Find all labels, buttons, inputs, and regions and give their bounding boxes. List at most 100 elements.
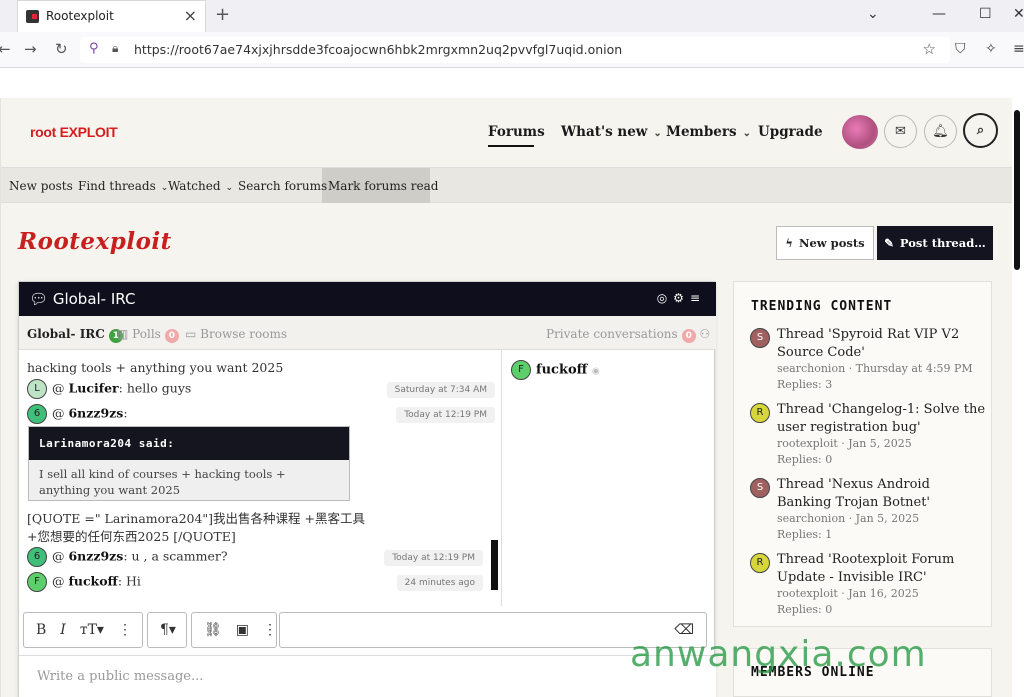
reload-icon[interactable]: ↻	[55, 40, 68, 58]
message-user[interactable]: 6nzz9zs	[68, 549, 123, 564]
chart-icon: ▥	[117, 327, 129, 341]
more-icon[interactable]: ⋮	[118, 622, 132, 638]
trending-title-link[interactable]: Thread 'Spyroid Rat VIP V2 Source Code'	[777, 326, 987, 362]
nav-members[interactable]: Members ⌄	[666, 124, 751, 140]
menu-icon[interactable]: ≡	[1013, 41, 1024, 57]
message-timestamp: 24 minutes ago	[396, 575, 483, 591]
online-user[interactable]: Ffuckoff ◉	[511, 360, 600, 380]
folder-icon: ▭	[185, 327, 197, 341]
chat-bubbles-icon: 💬︎	[29, 290, 49, 308]
forward-icon[interactable]: →	[24, 40, 37, 58]
bookmark-star-icon[interactable]: ☆	[923, 40, 936, 58]
minimize-icon[interactable]: —	[932, 6, 946, 22]
message-row: 6 @ 6nzz9zs:	[27, 404, 128, 424]
text-size-icon[interactable]: тT▾	[80, 622, 104, 638]
tab-close-icon[interactable]: ×	[184, 6, 197, 25]
globe-icon[interactable]: ◎	[657, 291, 673, 305]
find-threads-label: Find threads	[78, 179, 156, 193]
user-avatar-icon: F	[511, 360, 531, 380]
quote-header: Larinamora204 said:	[29, 427, 349, 460]
subnav-new-posts[interactable]: New posts	[9, 179, 73, 193]
user-avatar-icon[interactable]: 6	[27, 404, 47, 424]
tab-list-chevron-icon[interactable]: ⌄	[867, 6, 879, 22]
search-icon[interactable]: ⌕	[963, 113, 998, 148]
subnav-find-threads[interactable]: Find threads ⌄	[78, 179, 168, 193]
message-scrollbar[interactable]	[491, 540, 498, 590]
message-row: 6 @ 6nzz9zs: u , a scammer?	[27, 547, 228, 567]
message-text: [QUOTE =" Larinamora204"]我出售各种课程 +黑客工具	[27, 511, 366, 526]
trending-title-link[interactable]: Thread 'Nexus Android Banking Trojan Bot…	[777, 476, 987, 512]
edit-icon: ✎	[884, 236, 894, 250]
shield-icon[interactable]: ⛉	[955, 41, 966, 57]
message-user[interactable]: fuckoff	[68, 574, 117, 589]
menu-icon[interactable]: ≡	[690, 291, 706, 305]
user-avatar[interactable]	[842, 115, 878, 149]
trending-title-link[interactable]: Thread 'Changelog-1: Solve the user regi…	[777, 401, 987, 437]
post-thread-button[interactable]: ✎ Post thread…	[877, 226, 993, 260]
paragraph-icon[interactable]: ¶▾	[160, 622, 176, 638]
online-user-name: fuckoff	[536, 362, 588, 378]
tab-browse-rooms[interactable]: ▭ Browse rooms	[185, 327, 287, 341]
trending-title-link[interactable]: Thread 'Rootexploit Forum Update - Invis…	[777, 551, 987, 587]
new-posts-button[interactable]: ϟ New posts	[776, 226, 874, 260]
user-avatar-icon[interactable]: L	[27, 379, 47, 399]
tab-private-conversations[interactable]: Private conversations 0 ⚇	[546, 327, 710, 343]
new-tab-icon[interactable]: +	[215, 4, 230, 25]
maximize-icon[interactable]: ☐	[979, 6, 992, 22]
watched-label: Watched	[168, 179, 221, 193]
page-scrollbar[interactable]	[1014, 110, 1020, 270]
italic-icon[interactable]: I	[60, 622, 66, 638]
message-user[interactable]: 6nzz9zs	[68, 406, 123, 421]
nav-upgrade[interactable]: Upgrade	[758, 124, 823, 140]
bolt-icon: ϟ	[785, 236, 793, 250]
window-close-icon[interactable]: ✕	[1013, 6, 1024, 22]
message-text: hacking tools + anything you want 2025	[27, 360, 284, 375]
watermark: anwangxia.com	[630, 634, 927, 675]
more-icon[interactable]: ⋮	[263, 622, 277, 638]
tor-circuit-icon[interactable]: ⚲	[89, 41, 99, 56]
user-avatar-icon[interactable]: 6	[27, 547, 47, 567]
online-users-list: Ffuckoff ◉	[503, 350, 715, 606]
format-group: B I тT▾ ⋮	[23, 612, 143, 648]
page-title: Rootexploit	[18, 228, 172, 255]
inbox-icon[interactable]: ✉	[884, 115, 917, 148]
trending-meta: searchonion · Thursday at 4:59 PM	[777, 362, 973, 375]
chevron-down-icon: ⌄	[742, 128, 751, 139]
quote-block: Larinamora204 said: I sell all kind of c…	[28, 426, 350, 501]
browser-tab[interactable]: Rootexploit ×	[17, 0, 206, 32]
subnav-mark-read[interactable]: Mark forums read	[328, 179, 438, 193]
message-list[interactable]: hacking tools + anything you want 2025 L…	[19, 350, 502, 606]
avatar[interactable]: S	[750, 328, 770, 348]
message-text: +您想要的任何东西2025 [/QUOTE]	[27, 529, 236, 544]
nav-whats-new[interactable]: What's new ⌄	[561, 124, 662, 140]
avatar[interactable]: S	[750, 478, 770, 498]
user-avatar-icon[interactable]: F	[27, 572, 47, 592]
trending-meta: rootexploit · Jan 16, 2025	[777, 587, 919, 600]
tab-global-irc[interactable]: Global- IRC 1	[27, 327, 123, 343]
new-identity-icon[interactable]: ✧	[985, 41, 997, 57]
trending-meta: searchonion · Jan 5, 2025	[777, 512, 920, 525]
settings-icon[interactable]: ⚙	[673, 291, 690, 305]
address-bar[interactable]: ⚲ 🔒︎ https://root67ae74xjxjhrsdde3fcoajo…	[80, 37, 950, 63]
lock-icon[interactable]: 🔒︎	[112, 41, 118, 56]
nav-whats-new-label: What's new	[561, 124, 648, 140]
message-user[interactable]: Lucifer	[68, 381, 118, 396]
message-text: :	[123, 405, 128, 421]
subnav-watched[interactable]: Watched ⌄	[168, 179, 233, 193]
subnav-search-forums[interactable]: Search forums	[238, 179, 327, 193]
tab-polls[interactable]: ▥ Polls 0	[117, 327, 179, 343]
message-composer[interactable]: Write a public message...	[19, 655, 716, 697]
irc-header-icons: ◎⚙≡	[657, 291, 706, 305]
url-text[interactable]: https://root67ae74xjxjhrsdde3fcoajocwn6h…	[134, 42, 622, 57]
link-icon[interactable]: ⛓	[204, 622, 222, 638]
bell-icon[interactable]: 🔔︎	[924, 115, 957, 148]
back-icon[interactable]: ←	[0, 40, 11, 58]
avatar[interactable]: R	[750, 403, 770, 423]
avatar[interactable]: R	[750, 553, 770, 573]
trending-replies: Replies: 0	[777, 453, 833, 466]
nav-forums[interactable]: Forums	[488, 124, 545, 140]
site-logo[interactable]: root EXPLOIT	[30, 124, 118, 140]
editor-toolbar: B I тT▾ ⋮ ¶▾ ⛓ ▣ ⋮ ⌫	[23, 612, 709, 650]
bold-icon[interactable]: B	[36, 622, 46, 638]
image-icon[interactable]: ▣	[236, 622, 249, 638]
